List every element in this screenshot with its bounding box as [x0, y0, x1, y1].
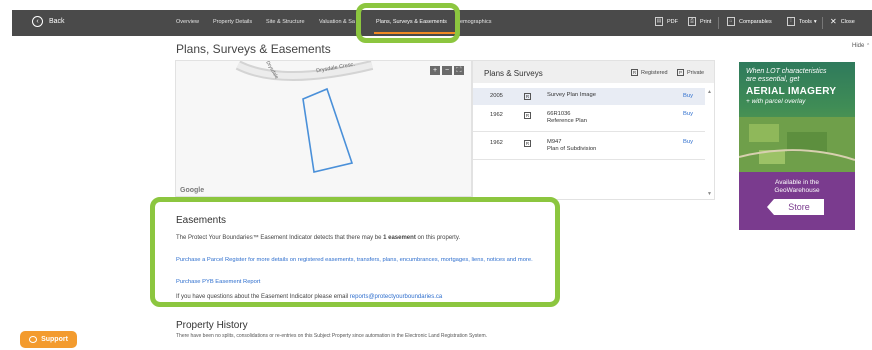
plan-name: 66R1036 Reference Plan	[547, 111, 587, 124]
zoom-out-button[interactable]: −	[442, 66, 452, 75]
plans-header: Plans & Surveys R Registered P Private	[473, 61, 714, 83]
close-icon: ✕	[830, 17, 837, 26]
pdf-button[interactable]: ▤ PDF	[655, 17, 678, 26]
ad-available-text: Available in the	[775, 179, 819, 186]
map-canvas	[235, 61, 374, 173]
table-row[interactable]: 2005 R Survey Plan Image Buy	[473, 88, 705, 105]
pdf-icon: ▤	[655, 17, 663, 26]
fullscreen-icon[interactable]: ⛶	[454, 66, 464, 75]
close-label: Close	[840, 18, 855, 25]
print-icon: ⎙	[688, 17, 696, 26]
easements-highlight-box	[150, 197, 560, 307]
comparables-icon: ⌂	[727, 17, 735, 26]
tab-demographics[interactable]: Demographics	[456, 19, 491, 25]
google-logo: Google	[180, 187, 205, 194]
page-title: Plans, Surveys & Easements	[176, 42, 331, 56]
tab-overview[interactable]: Overview	[176, 19, 199, 25]
plan-year: 1962	[490, 140, 503, 146]
registered-icon: R	[524, 112, 531, 119]
tab-highlight-box	[356, 3, 460, 43]
private-icon: P	[677, 69, 684, 76]
print-button[interactable]: ⎙ Print	[688, 17, 711, 26]
registered-icon: R	[631, 69, 638, 76]
property-history-title: Property History	[176, 320, 248, 331]
store-button[interactable]: Store	[767, 199, 824, 215]
toolbar-divider	[718, 17, 719, 29]
comparables-label: Comparables	[739, 18, 772, 25]
tab-site-structure[interactable]: Site & Structure	[266, 19, 305, 25]
legend-label: Private	[687, 69, 705, 76]
map-controls: + − ⛶	[430, 66, 464, 75]
ad-headline: When LOT characteristics are essential, …	[746, 68, 827, 83]
plan-year: 2005	[490, 93, 503, 99]
plan-name: M947 Plan of Subdivision	[547, 139, 597, 152]
tools-label: Tools	[799, 18, 812, 25]
plans-title: Plans & Surveys	[484, 69, 543, 78]
registered-icon: R	[524, 140, 531, 147]
back-button[interactable]: ‹ Back	[32, 16, 65, 27]
close-button[interactable]: ✕ Close	[830, 17, 855, 26]
legend-label: Registered	[641, 69, 668, 76]
chevron-up-icon: ⌃	[866, 43, 871, 49]
back-arrow-icon: ‹	[32, 16, 43, 27]
plan-year: 1962	[490, 112, 503, 118]
aerial-imagery-ad[interactable]: When LOT characteristics are essential, …	[739, 62, 855, 172]
comparables-button[interactable]: ⌂ Comparables	[727, 17, 772, 26]
tab-property-details[interactable]: Property Details	[213, 19, 252, 25]
ad-subtitle: + with parcel overlay	[746, 98, 806, 105]
support-button[interactable]: Support	[20, 331, 77, 348]
scroll-up-icon[interactable]: ▲	[707, 89, 712, 95]
property-history-text: There have been no splits, consolidation…	[176, 333, 487, 339]
tab-valuation-sales[interactable]: Valuation & Sa	[319, 19, 355, 25]
store-ad[interactable]: Available in the GeoWarehouse Store	[739, 172, 855, 230]
registered-icon: R	[524, 93, 531, 100]
ad-brand-text: GeoWarehouse	[774, 187, 820, 194]
pdf-label: PDF	[667, 18, 678, 25]
zoom-in-button[interactable]: +	[430, 66, 440, 75]
tools-icon: ⁞	[787, 17, 795, 26]
tools-chevron-icon: ▾	[813, 18, 817, 25]
print-label: Print	[700, 18, 712, 25]
buy-link[interactable]: Buy	[683, 111, 693, 117]
parcel-map[interactable]: Drysdale Cresc. Drysdale	[175, 60, 472, 197]
parcel-boundary	[302, 87, 354, 173]
support-label: Support	[41, 336, 68, 343]
plans-surveys-panel: Plans & Surveys R Registered P Private 2…	[472, 60, 715, 200]
back-label: Back	[49, 18, 65, 25]
tools-menu-button[interactable]: ⁞ Tools ▾	[787, 17, 817, 26]
legend-registered: R Registered	[631, 69, 668, 76]
table-row[interactable]: 1962 R 66R1036 Reference Plan Buy	[473, 110, 705, 130]
buy-link[interactable]: Buy	[683, 93, 693, 99]
row-divider	[473, 159, 705, 160]
plan-name: Survey Plan Image	[547, 92, 596, 98]
chat-bubble-icon	[29, 336, 38, 343]
legend-private: P Private	[677, 69, 704, 76]
hide-label: Hide	[852, 43, 865, 49]
toolbar-divider	[822, 17, 823, 29]
row-divider	[473, 131, 705, 132]
scroll-down-icon[interactable]: ▼	[707, 191, 712, 197]
hide-toggle[interactable]: Hide ⌃	[852, 43, 870, 49]
ad-title: AERIAL IMAGERY	[746, 86, 837, 97]
buy-link[interactable]: Buy	[683, 139, 693, 145]
table-row[interactable]: 1962 R M947 Plan of Subdivision Buy	[473, 138, 705, 158]
